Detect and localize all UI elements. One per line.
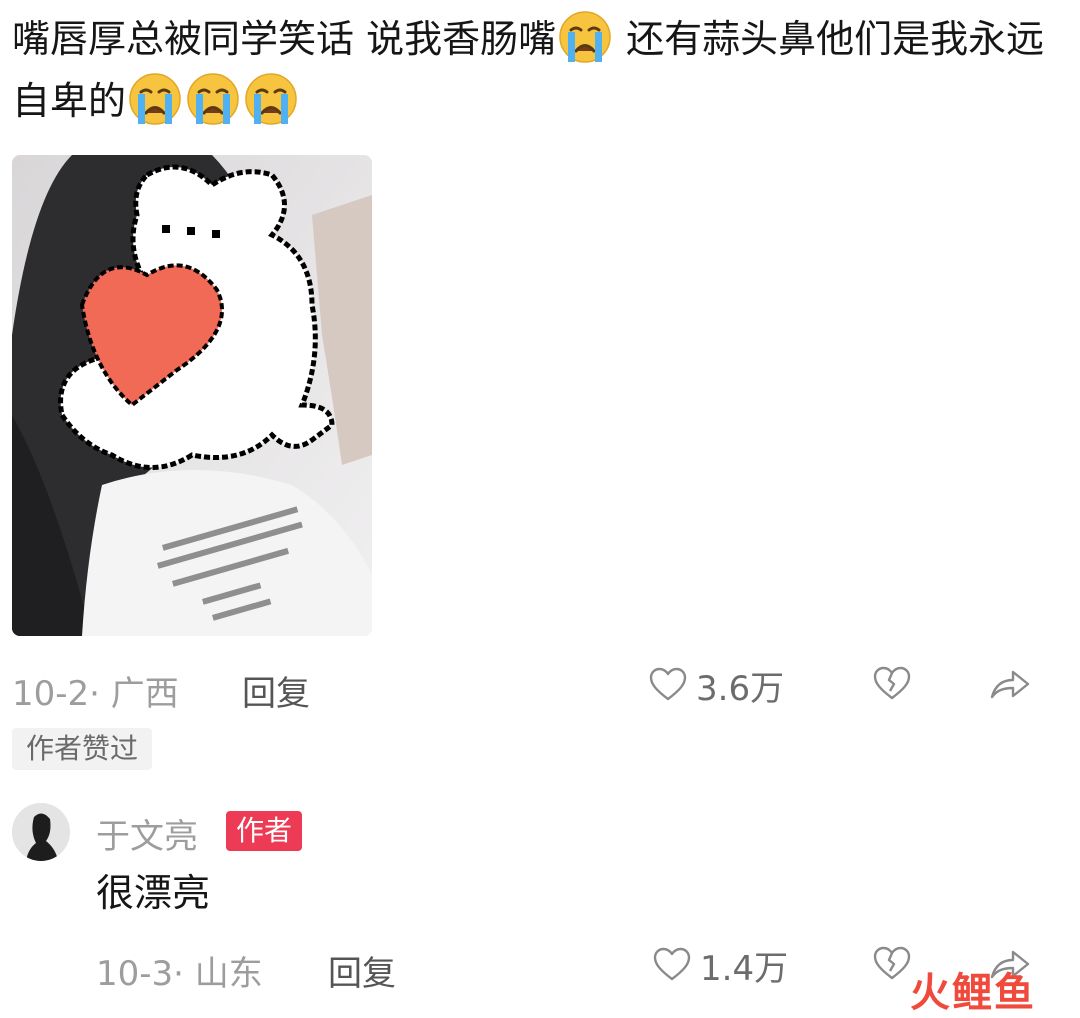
comment-text-part1: 嘴唇厚总被同学笑话 说我香肠嘴 [12,17,557,61]
comment-text: 嘴唇厚总被同学笑话 说我香肠嘴 还有蒜头鼻他们是我永远自卑的 [12,8,1052,132]
watermark-logo: 火鲤鱼 [910,960,1036,1018]
comment-photo[interactable] [12,155,372,636]
comment-meta-row: 10-2· 广西 回复 3.6万 [12,660,1072,714]
reply-button[interactable]: 回复 [242,666,310,715]
reply-date-location: 10-3· 山东 [96,954,263,994]
crying-face-icon [558,10,612,64]
author-badge: 作者 [226,811,303,851]
crying-face-icon [244,72,298,126]
reply-like-button[interactable]: 1.4万 [652,940,788,990]
avatar-image [12,803,70,861]
watermark-char: 鲤 [952,970,994,1016]
crying-face-icon [186,72,240,126]
like-button[interactable]: 3.6万 [648,660,784,710]
reply-like-count: 1.4万 [700,948,789,989]
heart-icon [652,945,692,985]
author-liked-badge: 作者赞过 [12,728,153,770]
avatar[interactable] [12,803,70,861]
comment-date-location: 10-2· 广西 [12,674,179,714]
reply-username[interactable]: 于文亮 [96,809,198,858]
watermark-char: 鱼 [994,970,1036,1016]
heart-icon [648,665,688,705]
like-count: 3.6万 [696,668,785,709]
broken-heart-icon[interactable] [872,664,912,704]
broken-heart-icon[interactable] [872,944,912,984]
watermark-char: 火 [910,970,952,1016]
share-icon[interactable] [988,664,1032,704]
crying-face-icon [128,72,182,126]
reply-reply-button[interactable]: 回复 [328,946,396,995]
reply-text: 很漂亮 [96,871,211,915]
photo-image [12,155,372,636]
